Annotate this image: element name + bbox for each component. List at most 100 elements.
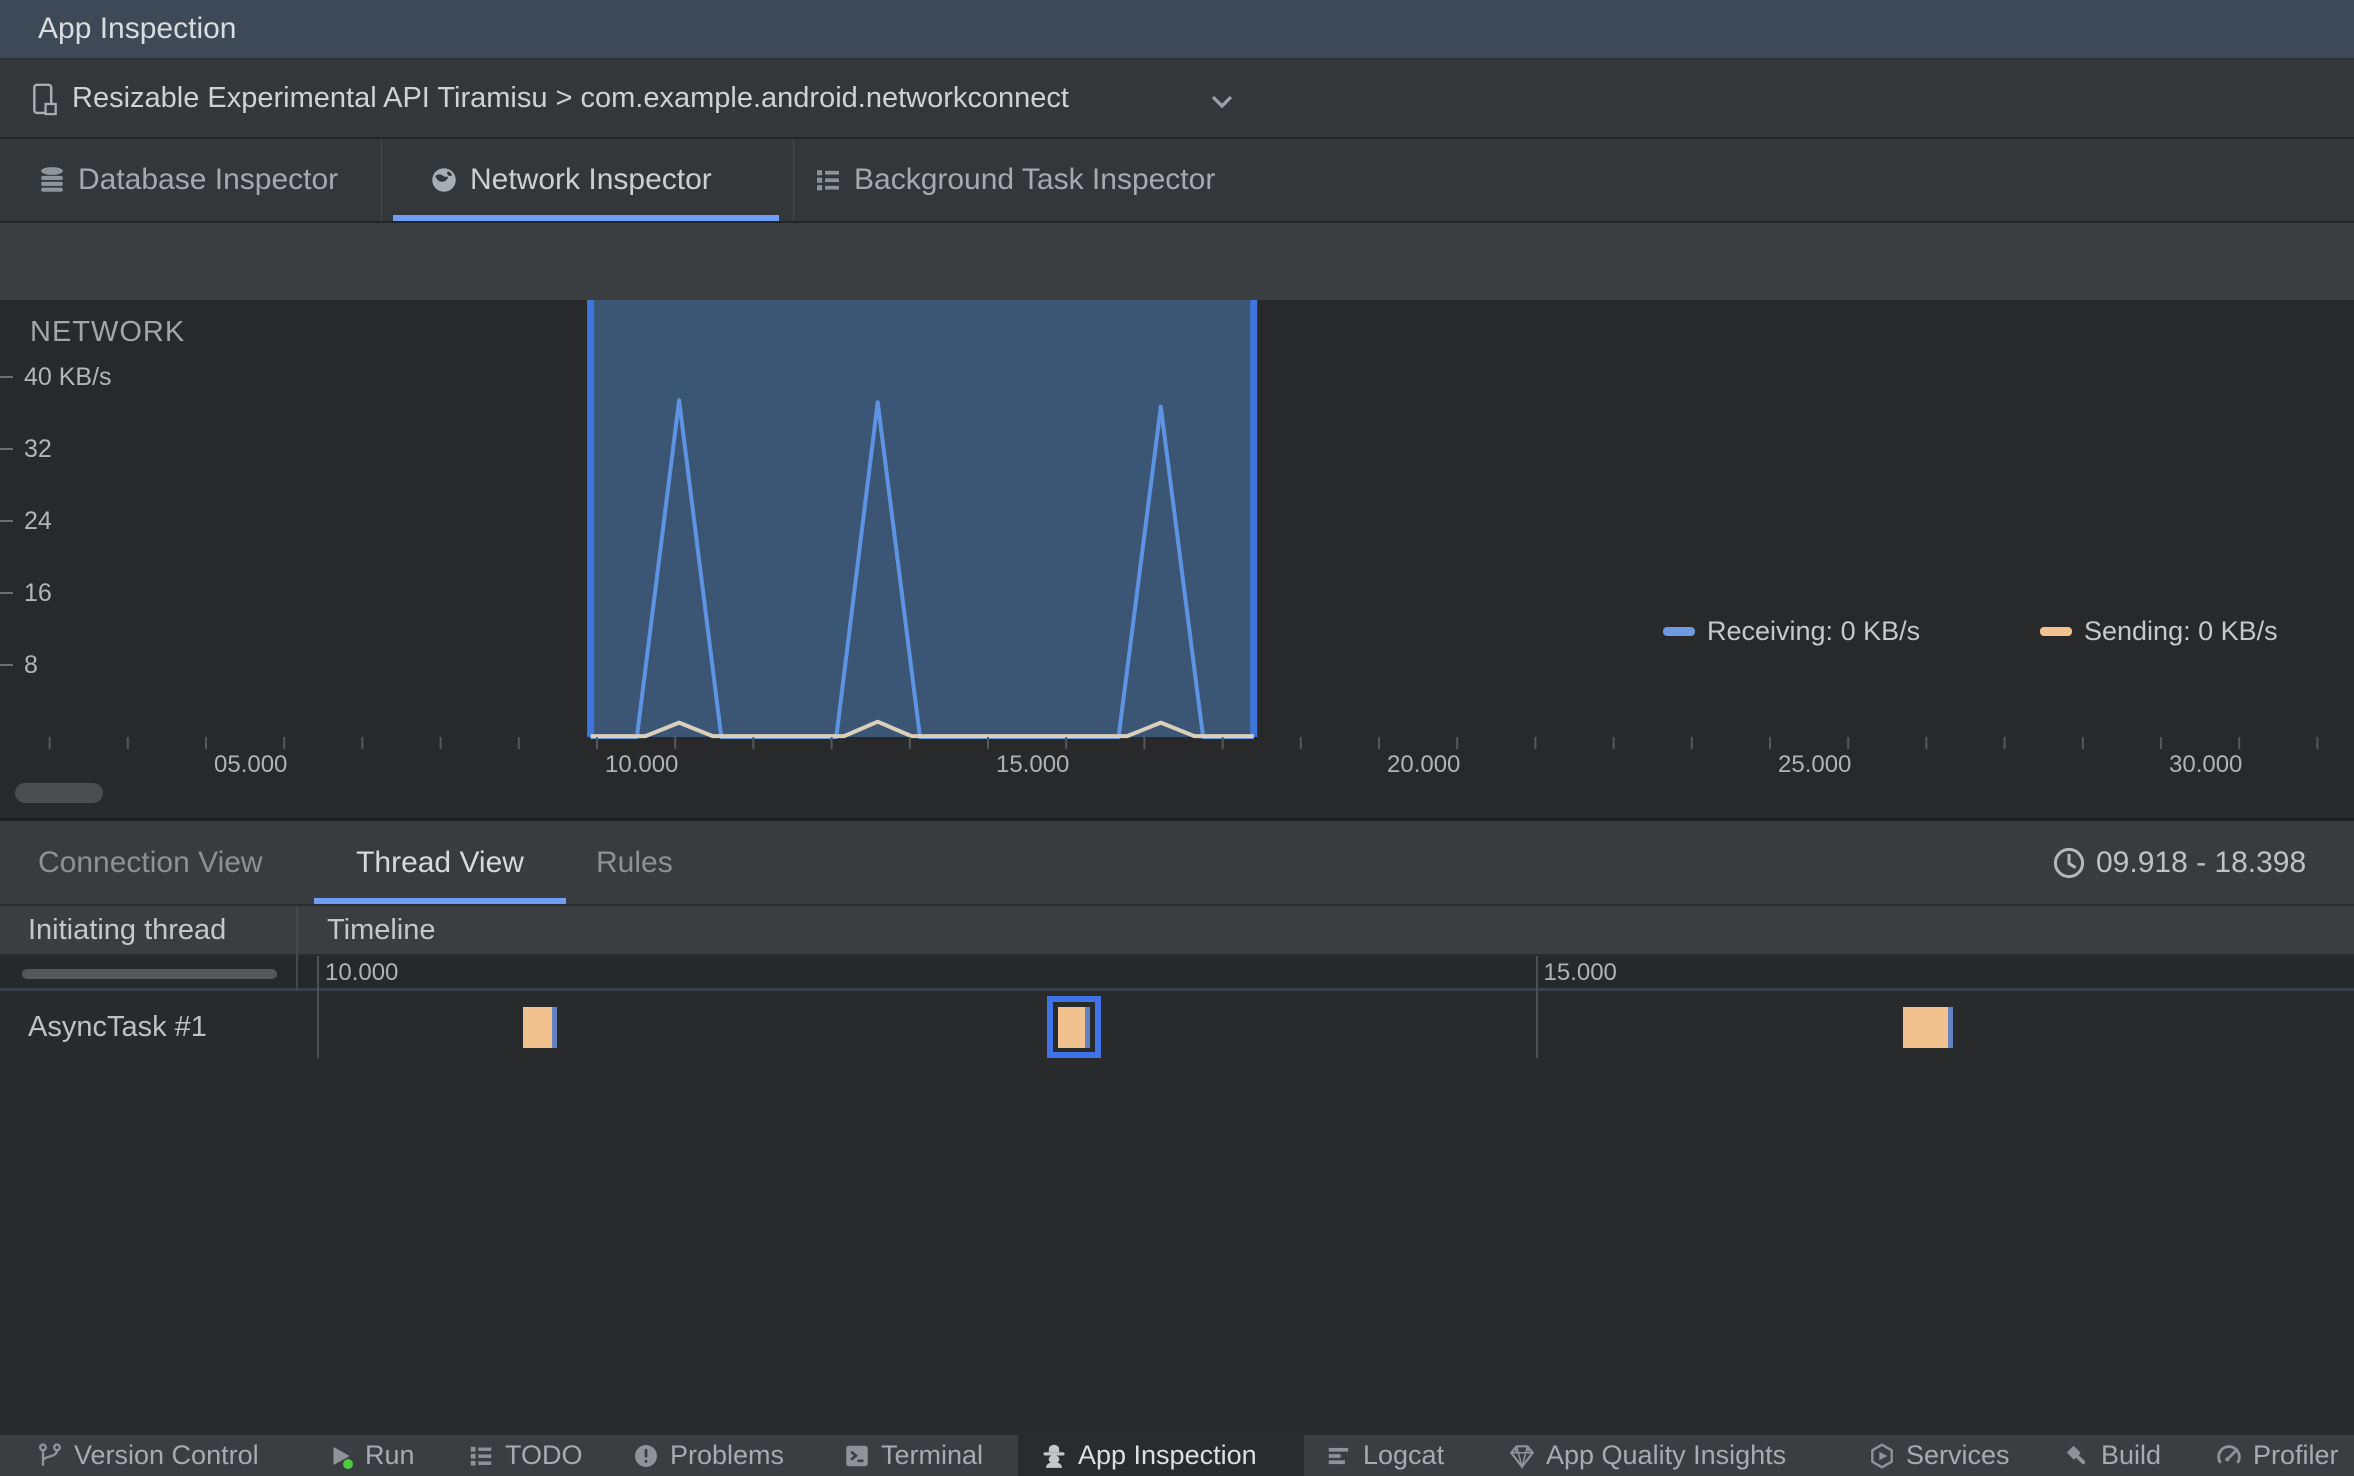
request-block-receiving[interactable] (1948, 1007, 1953, 1048)
tool-window-button-logcat[interactable]: Logcat (1325, 1435, 1444, 1476)
tool-window-button-build[interactable]: Build (2063, 1435, 2161, 1476)
selected-tool-window-tile[interactable]: App Inspection (1018, 1435, 1304, 1476)
legend-label: Sending: 0 KB/s (2084, 616, 2278, 646)
network-timeline-chart[interactable]: NETWORK 40 KB/s 32 24 16 8 05.000 10.000 15.00… (0, 300, 2354, 818)
selected-time-range: 09.918 - 18.398 (2096, 846, 2307, 879)
tab-background-task-inspector[interactable]: Background Task Inspector (793, 139, 1274, 221)
thread-row-label: AsyncTask #1 (28, 1011, 207, 1043)
tool-window-button-app-inspection[interactable]: App Inspection (1040, 1435, 1257, 1476)
x-axis-label: 20.000 (1387, 751, 1461, 778)
chevron-down-icon (1210, 94, 1234, 109)
timeline-scale-tick (317, 956, 319, 1058)
task-list-icon (813, 165, 843, 195)
tab-label: Database Inspector (78, 163, 339, 196)
services-icon (1868, 1442, 1896, 1470)
view-tab-label: Rules (596, 846, 673, 879)
legend-label: Receiving: 0 KB/s (1707, 616, 1921, 646)
clock-icon (2052, 846, 2086, 880)
tool-window-button-label: Services (1906, 1440, 2010, 1470)
logcat-icon (1325, 1442, 1353, 1470)
tool-window-titlebar: App Inspection (0, 0, 2354, 60)
tool-window-button-label: Build (2101, 1440, 2162, 1470)
y-axis-label: 40 KB/s (24, 363, 112, 391)
view-tab-label: Thread View (356, 846, 524, 879)
profiler-icon (2215, 1442, 2243, 1470)
selection-right-handle[interactable] (1250, 300, 1258, 737)
selected-tab-underline (393, 215, 779, 221)
legend-item-sending: Sending: 0 KB/s (2040, 614, 2278, 648)
thread-rows-area: AsyncTask #1 (0, 991, 2354, 1433)
request-block-sending[interactable] (522, 1007, 553, 1048)
view-tab-thread-view[interactable]: Thread View (314, 821, 566, 904)
tool-window-button-label: Version Control (74, 1440, 259, 1470)
request-block-sending[interactable] (1902, 1007, 1949, 1048)
column-header-initiating-thread: Initiating thread (28, 914, 227, 946)
device-process-label: Resizable Experimental API Tiramisu > co… (72, 82, 1069, 114)
globe-icon (429, 165, 459, 195)
inspector-toolbar (0, 223, 2354, 300)
tool-window-button-run[interactable]: Run (327, 1435, 415, 1476)
tool-window-button-label: Problems (670, 1440, 785, 1470)
selection-region[interactable] (590, 300, 1254, 737)
chart-title: NETWORK (30, 316, 186, 348)
run-icon (327, 1442, 355, 1470)
view-tabs: 09.918 - 18.398 Connection View Thread Vi… (0, 821, 2354, 906)
column-header-timeline: Timeline (327, 914, 436, 946)
tool-window-button-problems[interactable]: Problems (632, 1435, 784, 1476)
request-block-sending[interactable] (1058, 1007, 1086, 1048)
view-tab-connection-view[interactable]: Connection View (38, 821, 263, 904)
y-axis-label: 32 (24, 435, 52, 463)
todo-list-icon (467, 1442, 495, 1470)
branch-icon (36, 1442, 64, 1470)
tool-window-button-label: Run (365, 1440, 415, 1470)
x-axis-label: 30.000 (2169, 751, 2243, 778)
inspector-icon (1040, 1442, 1068, 1470)
tool-window-button-todo[interactable]: TODO (467, 1435, 583, 1476)
tab-label: Background Task Inspector (854, 163, 1216, 196)
tool-window-button-label: Terminal (881, 1440, 984, 1470)
timeline-scale-row: 10.000 15.000 (0, 956, 2354, 991)
tool-window-button-version-control[interactable]: Version Control (36, 1435, 259, 1476)
tab-network-inspector[interactable]: Network Inspector (381, 139, 793, 221)
tool-window-button-app-quality-insights[interactable]: App Quality Insights (1508, 1435, 1786, 1476)
tab-label: Network Inspector (470, 163, 712, 196)
app-inspection-window: App Inspection Resizable Experimental AP… (0, 0, 2354, 1476)
database-icon (37, 165, 67, 195)
window-title: App Inspection (38, 12, 237, 45)
legend-item-receiving: Receiving: 0 KB/s (1663, 614, 1920, 648)
y-axis-label: 8 (24, 651, 38, 679)
tool-window-button-label: TODO (505, 1440, 583, 1470)
legend-swatch (1663, 626, 1695, 636)
timeline-scale-label: 10.000 (325, 959, 399, 986)
x-axis-label: 15.000 (996, 751, 1070, 778)
terminal-icon (843, 1442, 871, 1470)
device-process-selector[interactable]: Resizable Experimental API Tiramisu > co… (0, 60, 2354, 139)
tool-window-button-profiler[interactable]: Profiler (2215, 1435, 2339, 1476)
selection-left-handle[interactable] (587, 300, 595, 737)
inspector-tabs: Database Inspector Network Inspector Backg… (0, 139, 2354, 223)
tool-window-button-services[interactable]: Services (1868, 1435, 2010, 1476)
y-axis-label: 24 (24, 507, 52, 535)
tool-window-button-label: Profiler (2253, 1440, 2339, 1470)
tool-window-bar: Version Control Run TODO Problems Terminal Ap… (0, 1433, 2354, 1476)
timeline-scrollbar-thumb[interactable] (15, 783, 103, 803)
tool-window-button-terminal[interactable]: Terminal (843, 1435, 983, 1476)
x-axis-label: 05.000 (214, 751, 288, 778)
y-axis-label: 16 (24, 579, 52, 607)
problems-icon (632, 1442, 660, 1470)
x-axis-label: 10.000 (605, 751, 679, 778)
view-tab-label: Connection View (38, 846, 263, 879)
tool-window-button-label: App Inspection (1078, 1440, 1257, 1470)
selected-view-tab-underline (314, 898, 566, 904)
request-block-receiving[interactable] (1085, 1007, 1090, 1048)
build-icon (2063, 1442, 2091, 1470)
resizable-device-icon (30, 82, 60, 118)
tab-database-inspector[interactable]: Database Inspector (14, 139, 381, 221)
thread-table-header: Initiating thread Timeline (0, 906, 2354, 956)
horizontal-scrollbar-thumb[interactable] (22, 969, 277, 979)
view-tab-rules[interactable]: Rules (596, 821, 673, 904)
network-chart-canvas[interactable] (0, 300, 2354, 818)
tool-window-button-label: Logcat (1363, 1440, 1445, 1470)
request-block-receiving[interactable] (552, 1007, 558, 1048)
timeline-scale-label: 15.000 (1543, 959, 1617, 986)
